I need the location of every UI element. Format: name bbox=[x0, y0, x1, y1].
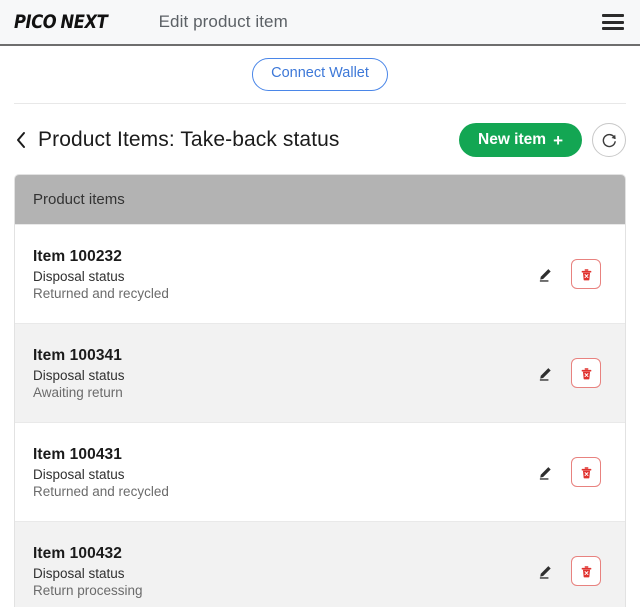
item-field-value: Awaiting return bbox=[33, 384, 123, 400]
item-field-label: Disposal status bbox=[33, 367, 125, 383]
pencil-icon bbox=[539, 566, 551, 579]
trash-icon bbox=[581, 268, 591, 280]
item-field-label: Disposal status bbox=[33, 565, 125, 581]
page-title-bar: Product Items: Take-back status New item… bbox=[0, 104, 640, 162]
delete-button[interactable] bbox=[571, 358, 601, 388]
brand-logo-secondary: NEXT bbox=[60, 11, 108, 33]
page-title-actions: New item + bbox=[459, 123, 626, 157]
brand-logo-primary: PICO bbox=[14, 11, 57, 33]
new-item-button[interactable]: New item + bbox=[459, 123, 582, 157]
connect-wallet-button[interactable]: Connect Wallet bbox=[252, 58, 388, 91]
item-name: Item 100232 bbox=[33, 247, 122, 265]
hamburger-menu-icon[interactable] bbox=[602, 14, 624, 30]
new-item-label: New item bbox=[478, 131, 547, 148]
row-content: Item 100341 Disposal status Awaiting ret… bbox=[33, 347, 535, 400]
row-actions bbox=[535, 259, 609, 289]
item-field-label: Disposal status bbox=[33, 268, 125, 284]
pencil-icon bbox=[539, 467, 551, 480]
hamburger-line bbox=[602, 27, 624, 30]
page-title: Product Items: Take-back status bbox=[38, 128, 340, 151]
chevron-left-icon[interactable] bbox=[14, 130, 28, 150]
product-items-card: Product items Item 100232 Disposal statu… bbox=[14, 174, 626, 607]
delete-button[interactable] bbox=[571, 457, 601, 487]
edit-button[interactable] bbox=[535, 560, 557, 582]
row-content: Item 100431 Disposal status Returned and… bbox=[33, 446, 535, 499]
pencil-icon bbox=[539, 368, 551, 381]
trash-icon bbox=[581, 367, 591, 379]
row-actions bbox=[535, 556, 609, 586]
item-name: Item 100341 bbox=[33, 346, 122, 364]
row-actions bbox=[535, 457, 609, 487]
item-field-label: Disposal status bbox=[33, 466, 125, 482]
item-field-value: Returned and recycled bbox=[33, 483, 169, 499]
table-row[interactable]: Item 100232 Disposal status Returned and… bbox=[15, 224, 625, 323]
item-name: Item 100432 bbox=[33, 544, 122, 562]
table-row[interactable]: Item 100341 Disposal status Awaiting ret… bbox=[15, 323, 625, 422]
row-content: Item 100432 Disposal status Return proce… bbox=[33, 545, 535, 598]
trash-icon bbox=[581, 565, 591, 577]
app-header-title: Edit product item bbox=[158, 12, 288, 31]
table-row[interactable]: Item 100431 Disposal status Returned and… bbox=[15, 422, 625, 521]
refresh-button[interactable] bbox=[592, 123, 626, 157]
delete-button[interactable] bbox=[571, 259, 601, 289]
item-name: Item 100431 bbox=[33, 445, 122, 463]
card-header: Product items bbox=[15, 175, 625, 224]
brand-logo: PICO NEXT bbox=[14, 11, 108, 33]
edit-button[interactable] bbox=[535, 461, 557, 483]
delete-button[interactable] bbox=[571, 556, 601, 586]
table-row[interactable]: Item 100432 Disposal status Return proce… bbox=[15, 521, 625, 607]
wallet-bar: Connect Wallet bbox=[0, 46, 640, 103]
item-field-value: Return processing bbox=[33, 582, 143, 598]
refresh-icon bbox=[602, 133, 616, 147]
edit-button[interactable] bbox=[535, 263, 557, 285]
app-header: PICO NEXT Edit product item bbox=[0, 0, 640, 46]
trash-icon bbox=[581, 466, 591, 478]
pencil-icon bbox=[539, 269, 551, 282]
item-field-value: Returned and recycled bbox=[33, 285, 169, 301]
row-content: Item 100232 Disposal status Returned and… bbox=[33, 248, 535, 301]
hamburger-line bbox=[602, 20, 624, 24]
edit-button[interactable] bbox=[535, 362, 557, 384]
hamburger-line bbox=[602, 14, 624, 17]
row-actions bbox=[535, 358, 609, 388]
plus-icon: + bbox=[553, 130, 563, 150]
